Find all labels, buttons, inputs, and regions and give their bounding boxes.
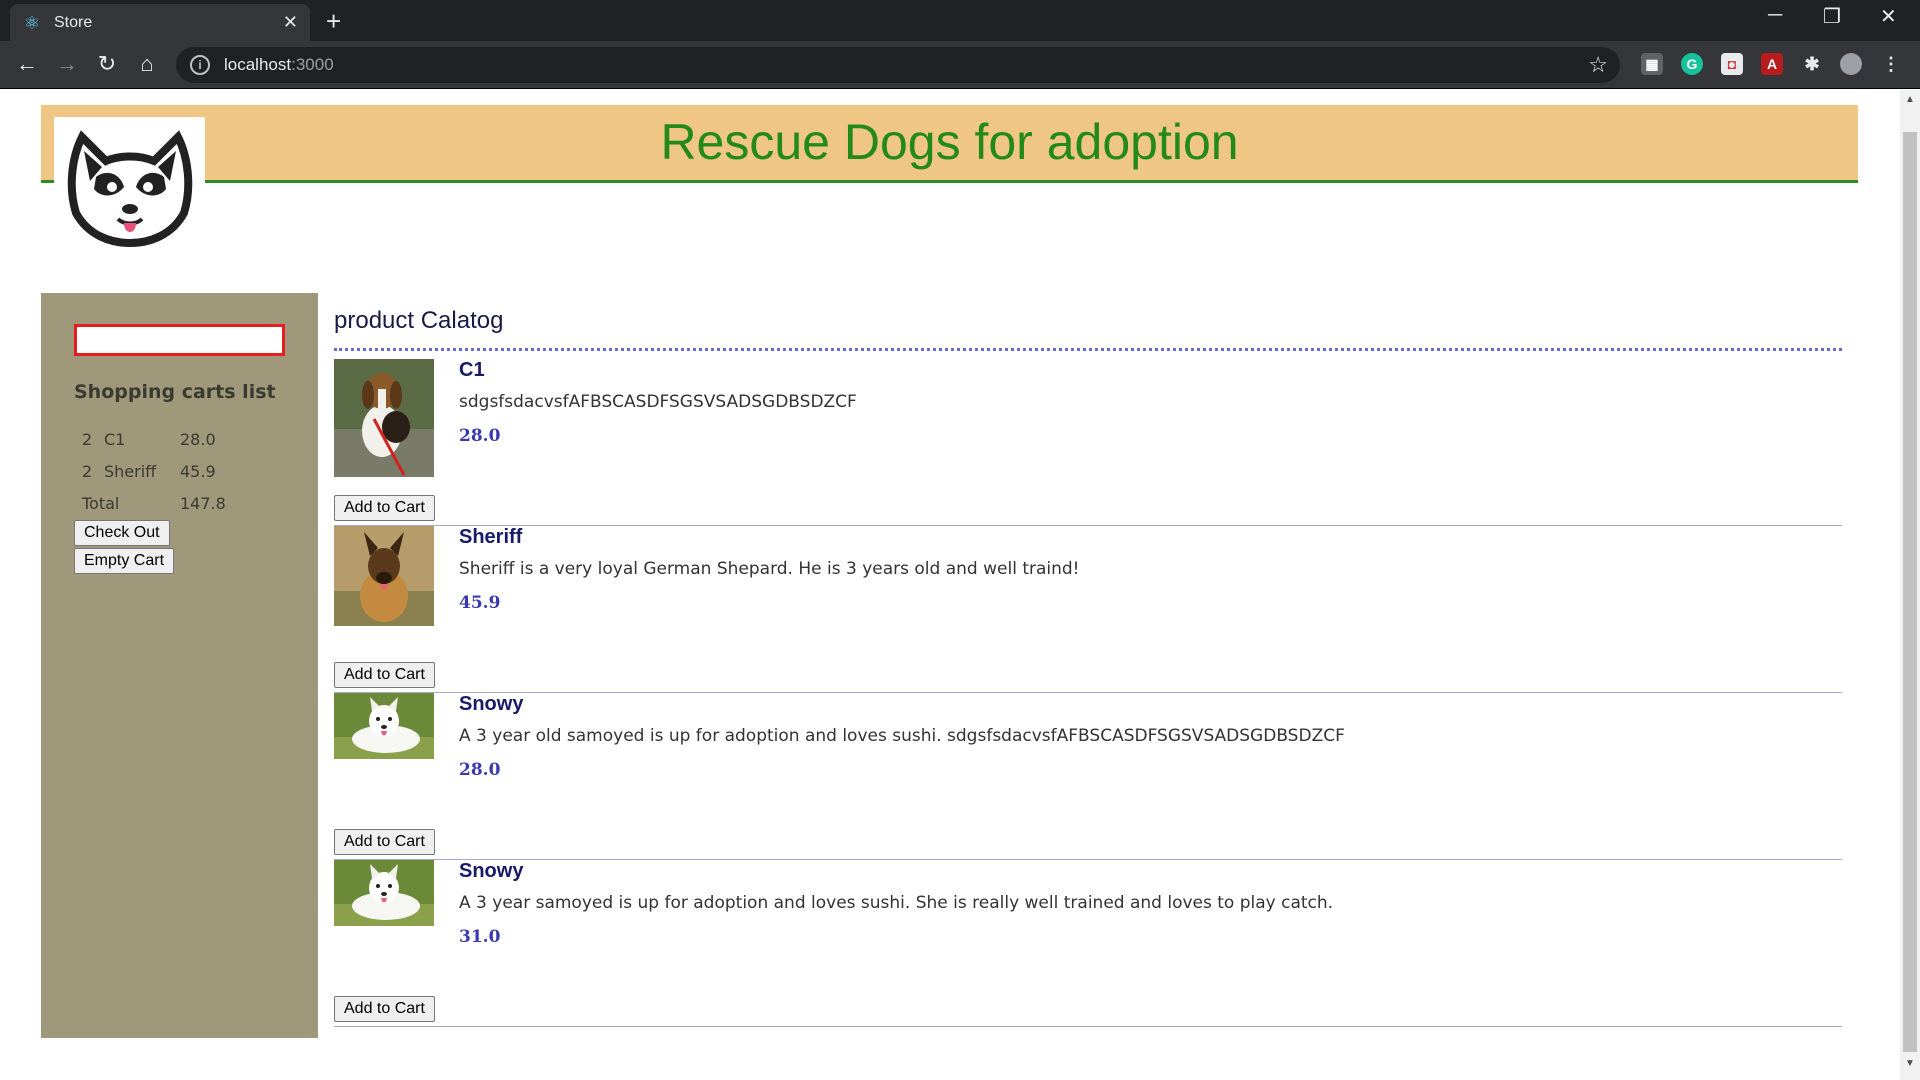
product-card: Sheriff Sheriff is a very loyal German S… bbox=[334, 526, 1842, 693]
cart-sidebar: Shopping carts list 2 C1 28.0 2 Sheriff … bbox=[41, 293, 318, 1038]
beagle-photo bbox=[334, 359, 434, 482]
bookmark-star-icon[interactable]: ☆ bbox=[1588, 52, 1608, 78]
product-price: 28.0 bbox=[459, 426, 501, 446]
dog-logo-icon bbox=[54, 117, 205, 248]
german-shepherd-photo bbox=[334, 526, 434, 631]
product-name: C1 bbox=[459, 359, 485, 381]
address-bar[interactable]: i localhost:3000 ☆ bbox=[176, 47, 1620, 83]
extensions-puzzle-icon[interactable]: ✱ bbox=[1801, 53, 1823, 75]
add-to-cart-button[interactable]: Add to Cart bbox=[334, 996, 435, 1022]
product-price: 28.0 bbox=[459, 760, 501, 780]
pocket-icon[interactable]: ◘ bbox=[1721, 53, 1743, 75]
search-input[interactable] bbox=[74, 324, 285, 356]
site-title: Rescue Dogs for adoption bbox=[660, 114, 1239, 170]
product-price: 31.0 bbox=[459, 927, 501, 947]
cart-total-row: Total 147.8 bbox=[74, 487, 234, 519]
react-favicon-icon: ⚛ bbox=[23, 12, 41, 33]
product-description: sdgsfsdacvsfAFBSCASDFSGSVSADSGDBSDZCF bbox=[459, 392, 857, 412]
url-text: localhost:3000 bbox=[224, 55, 334, 74]
product-name: Sheriff bbox=[459, 526, 523, 548]
cart-item-qty: 2 bbox=[82, 461, 93, 481]
cart-row: 2 Sheriff 45.9 bbox=[74, 455, 234, 487]
cart-item-price: 45.9 bbox=[180, 461, 216, 481]
empty-cart-button[interactable]: Empty Cart bbox=[74, 548, 175, 574]
window-close-icon[interactable]: ✕ bbox=[1880, 4, 1897, 29]
add-to-cart-button[interactable]: Add to Cart bbox=[334, 829, 435, 855]
samoyed-photo bbox=[334, 693, 434, 764]
profile-avatar[interactable] bbox=[1840, 53, 1862, 75]
page-scrollbar[interactable]: ▲ ▼ bbox=[1900, 90, 1920, 1080]
check-out-button[interactable]: Check Out bbox=[74, 520, 170, 546]
product-card: C1 sdgsfsdacvsfAFBSCASDFSGSVSADSGDBSDZCF… bbox=[334, 359, 1842, 526]
cart-item-price: 28.0 bbox=[180, 429, 216, 449]
site-info-icon[interactable]: i bbox=[190, 55, 210, 75]
cart-total-label: Total bbox=[82, 493, 120, 513]
add-to-cart-button[interactable]: Add to Cart bbox=[334, 662, 435, 688]
cart-table: 2 C1 28.0 2 Sheriff 45.9 Total 147.8 bbox=[74, 423, 234, 519]
home-icon[interactable]: ⌂ bbox=[133, 51, 161, 77]
scroll-up-icon[interactable]: ▲ bbox=[1905, 94, 1915, 105]
tab-title: Store bbox=[54, 13, 93, 31]
pdf-icon[interactable]: A bbox=[1761, 53, 1783, 75]
browser-tabbar: ⚛ Store ✕ + ─ ❐ ✕ bbox=[0, 0, 1920, 41]
product-name: Snowy bbox=[459, 860, 524, 882]
catalog-title: product Calatog bbox=[334, 307, 504, 334]
cart-title: Shopping carts list bbox=[74, 381, 276, 403]
minimize-icon[interactable]: ─ bbox=[1768, 4, 1782, 27]
product-card: Snowy A 3 year samoyed is up for adoptio… bbox=[334, 860, 1842, 1027]
new-tab-icon[interactable]: + bbox=[326, 6, 341, 37]
cart-row: 2 C1 28.0 bbox=[74, 423, 234, 455]
product-description: Sheriff is a very loyal German Shepard. … bbox=[459, 559, 1080, 579]
back-icon[interactable]: ← bbox=[13, 51, 41, 77]
site-header: Rescue Dogs for adoption bbox=[41, 105, 1858, 183]
scroll-down-icon[interactable]: ▼ bbox=[1905, 1058, 1915, 1069]
product-name: Snowy bbox=[459, 693, 524, 715]
scrollbar-thumb[interactable] bbox=[1903, 132, 1917, 1052]
restore-icon[interactable]: ❐ bbox=[1823, 4, 1841, 29]
reload-icon[interactable]: ↻ bbox=[93, 51, 121, 77]
tab-close-icon[interactable]: ✕ bbox=[283, 12, 298, 33]
browser-tab[interactable]: ⚛ Store ✕ bbox=[10, 4, 310, 41]
product-price: 45.9 bbox=[459, 593, 501, 613]
cart-item-name: C1 bbox=[104, 429, 126, 449]
cart-item-name: Sheriff bbox=[104, 461, 157, 481]
product-card: Snowy A 3 year old samoyed is up for ado… bbox=[334, 693, 1842, 860]
catalog-divider bbox=[334, 348, 1842, 351]
grammarly-icon[interactable]: G bbox=[1681, 53, 1703, 75]
samoyed-photo bbox=[334, 860, 434, 931]
product-description: A 3 year old samoyed is up for adoption … bbox=[459, 726, 1345, 746]
cart-item-qty: 2 bbox=[82, 429, 93, 449]
browser-toolbar: ← → ↻ ⌂ i localhost:3000 ☆ ▦ G ◘ A ✱ ⋮ bbox=[0, 41, 1920, 89]
extension-grid-icon[interactable]: ▦ bbox=[1641, 53, 1663, 75]
menu-kebab-icon[interactable]: ⋮ bbox=[1880, 53, 1902, 75]
add-to-cart-button[interactable]: Add to Cart bbox=[334, 495, 435, 521]
cart-total-value: 147.8 bbox=[180, 493, 226, 513]
page-viewport: Rescue Dogs for adoption Shopping carts … bbox=[0, 90, 1900, 1080]
product-description: A 3 year samoyed is up for adoption and … bbox=[459, 893, 1334, 913]
forward-icon[interactable]: → bbox=[53, 51, 81, 77]
